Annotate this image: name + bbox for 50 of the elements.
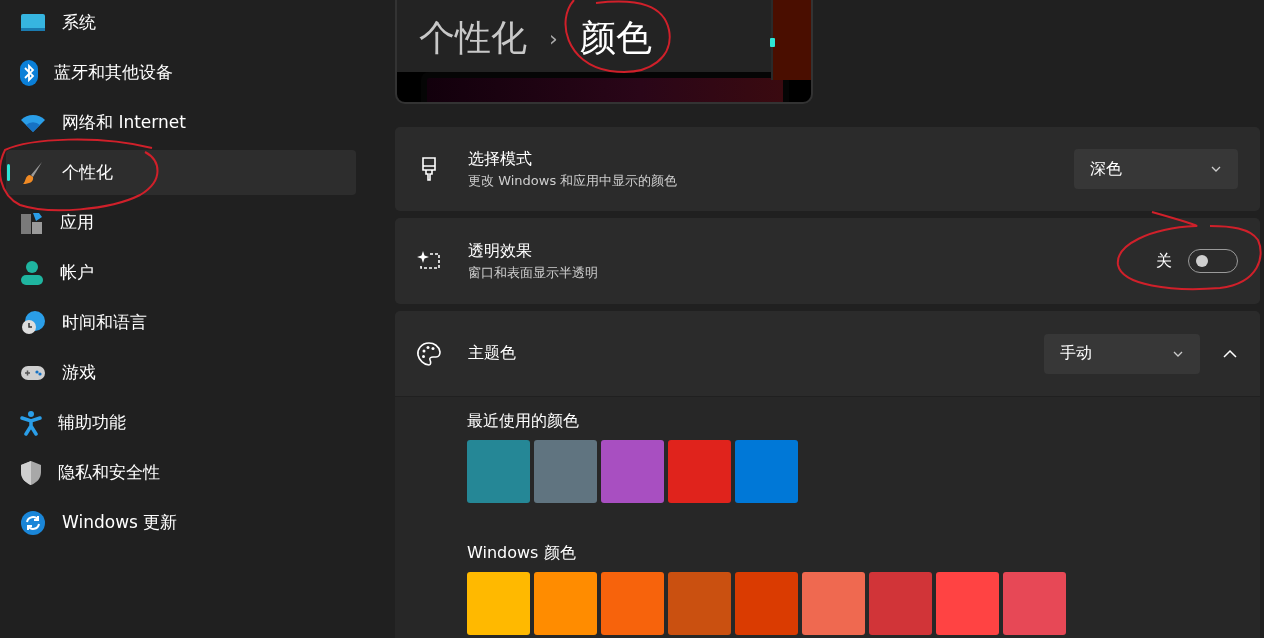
color-swatch[interactable]	[869, 572, 932, 635]
section-title: 最近使用的颜色	[467, 411, 580, 432]
color-swatch[interactable]	[735, 572, 798, 635]
page-title: 颜色	[579, 20, 652, 56]
color-swatch[interactable]	[668, 572, 731, 635]
setting-description: 窗口和表面显示半透明	[468, 263, 599, 282]
wifi-icon	[20, 112, 46, 133]
accessibility-icon	[20, 409, 42, 436]
selection-indicator	[7, 164, 10, 181]
gamepad-icon	[20, 363, 46, 382]
shield-icon	[20, 459, 42, 486]
nav-item[interactable]: 时间和语言	[6, 300, 356, 345]
mode-dropdown[interactable]: 深色	[1074, 149, 1238, 189]
setting-description: 更改 Windows 和应用中显示的颜色	[468, 171, 679, 190]
apps-icon	[20, 210, 44, 235]
nav-item[interactable]: 蓝牙和其他设备	[6, 50, 356, 95]
color-swatch[interactable]	[534, 440, 597, 503]
nav-item[interactable]: 网络和 Internet	[6, 100, 356, 145]
setting-title: 透明效果	[468, 240, 533, 262]
nav-item[interactable]: 帐户	[6, 250, 356, 295]
nav-item[interactable]: 应用	[6, 200, 356, 245]
color-swatch[interactable]	[534, 572, 597, 635]
nav-item[interactable]: Windows 更新	[6, 500, 356, 545]
sync-icon	[20, 509, 46, 536]
accent-color-dropdown[interactable]: 手动	[1044, 333, 1200, 374]
setting-title: 主题色	[468, 343, 517, 364]
globe-clock-icon	[20, 309, 46, 336]
nav-item[interactable]: 隐私和安全性	[6, 450, 356, 495]
section-title: Windows 颜色	[467, 543, 577, 564]
breadcrumb-separator: ›	[549, 25, 558, 51]
nav-item[interactable]: 个性化	[6, 150, 356, 195]
setting-title: 选择模式	[468, 148, 533, 170]
nav-item[interactable]: 游戏	[6, 350, 356, 395]
color-swatch[interactable]	[735, 440, 798, 503]
nav-item[interactable]: 辅助功能	[6, 400, 356, 445]
color-swatch[interactable]	[1003, 572, 1066, 635]
bluetooth-icon	[20, 59, 38, 86]
color-swatch[interactable]	[467, 440, 530, 503]
color-swatch[interactable]	[802, 572, 865, 635]
breadcrumb-parent[interactable]: 个性化	[419, 20, 527, 56]
color-swatch[interactable]	[668, 440, 731, 503]
nav-item[interactable]: 系统	[6, 0, 356, 45]
monitor-icon	[20, 11, 46, 34]
palette-icon	[415, 339, 443, 368]
color-swatch[interactable]	[936, 572, 999, 635]
color-swatch[interactable]	[601, 440, 664, 503]
person-icon	[20, 259, 44, 286]
toggle-state-label: 关	[1156, 250, 1172, 272]
color-swatch[interactable]	[601, 572, 664, 635]
color-swatch[interactable]	[467, 572, 530, 635]
